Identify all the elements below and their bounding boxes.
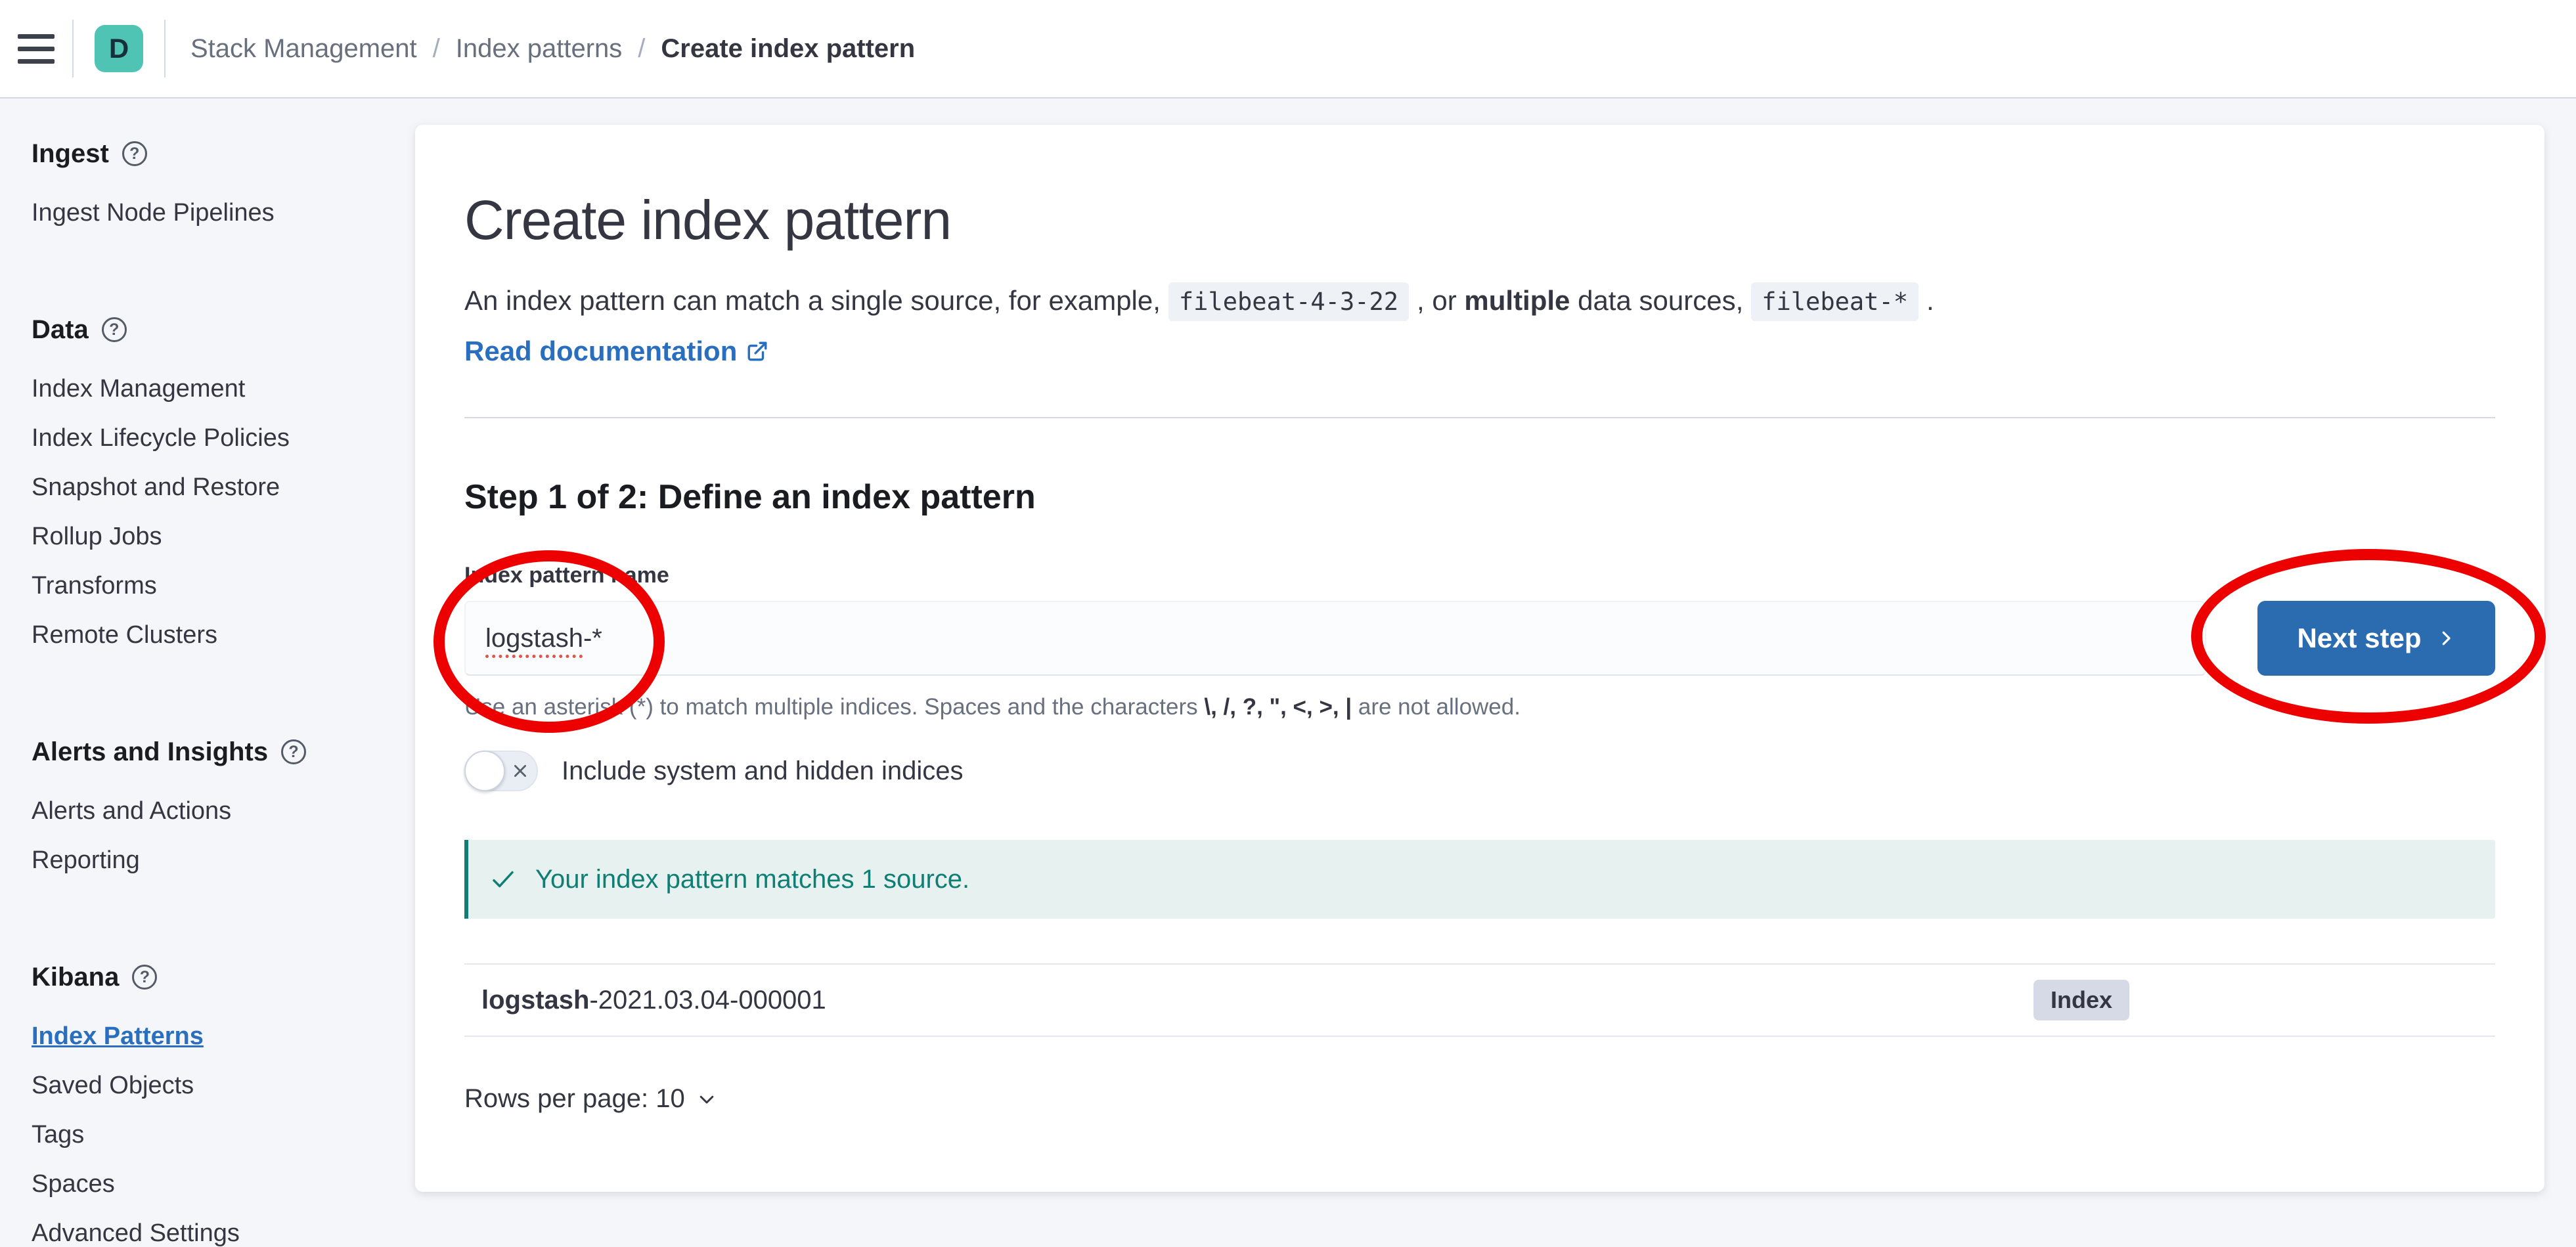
intro-part1: An index pattern can match a single sour… [464,285,1161,316]
chevron-right-icon [2436,628,2456,648]
intro-text: An index pattern can match a single sour… [464,279,2495,324]
doc-link-label: Read documentation [464,333,737,370]
sidebar-item-remote-clusters[interactable]: Remote Clusters [32,623,415,647]
sidebar-item-spaces[interactable]: Spaces [32,1171,415,1196]
kibana-app: D Stack Management / Index patterns / Cr… [0,0,2576,1245]
next-step-label: Next step [2297,623,2421,654]
external-link-icon [746,340,768,362]
sidebar-item-reporting[interactable]: Reporting [32,848,415,873]
sidebar-item-index-lifecycle-policies[interactable]: Index Lifecycle Policies [32,426,415,450]
intro-part4: . [1926,285,1934,316]
breadcrumb-separator: / [638,34,645,64]
main-content: Create index pattern An index pattern ca… [415,98,2576,1245]
matching-source-row: logstash-2021.03.04-000001 Index [464,963,2495,1037]
hamburger-bar [18,59,55,64]
intro-bold-multiple: multiple [1464,285,1570,316]
intro-part2: , or [1417,285,1464,316]
read-documentation-link[interactable]: Read documentation [464,333,768,370]
breadcrumb-separator: / [433,34,440,64]
top-nav-bar: D Stack Management / Index patterns / Cr… [0,0,2576,98]
source-name: logstash-2021.03.04-000001 [481,986,2033,1015]
sidebar-item-saved-objects[interactable]: Saved Objects [32,1073,415,1098]
page-title: Create index pattern [464,187,2495,253]
source-name-rest: -2021.03.04-000001 [589,986,826,1015]
include-hidden-indices-toggle[interactable] [464,751,538,791]
breadcrumb-current-page: Create index pattern [661,34,915,64]
input-value-word: logstash [485,624,583,653]
index-pattern-name-input[interactable]: logstash-* [464,601,2206,676]
source-type-cell: Index [2033,980,2478,1020]
sidebar-item-advanced-settings[interactable]: Advanced Settings [32,1221,415,1246]
help-icon[interactable]: ? [102,317,127,342]
hidden-indices-toggle-row: Include system and hidden indices [464,751,2495,791]
menu-hamburger-icon[interactable] [0,0,72,98]
index-pattern-name-label: Index pattern name [464,561,2495,589]
index-type-badge: Index [2033,980,2129,1020]
step-heading: Step 1 of 2: Define an index pattern [464,476,2495,518]
sidebar-item-tags[interactable]: Tags [32,1122,415,1147]
sidebar-section-alerts-insights: Alerts and Insights ? Alerts and Actions… [32,736,415,873]
helper-forbidden-chars: \, /, ?, ", <, >, | [1204,694,1352,720]
hamburger-bar [18,47,55,51]
sidebar-heading-label: Kibana [32,961,119,993]
input-helper-text: Use an asterisk (*) to match multiple in… [464,693,2495,722]
next-step-button[interactable]: Next step [2257,601,2495,676]
sidebar-item-rollup-jobs[interactable]: Rollup Jobs [32,524,415,549]
sidebar-heading-ingest: Ingest ? [32,138,415,169]
success-callout: Your index pattern matches 1 source. [464,840,2495,919]
check-icon [489,865,517,893]
sidebar-section-kibana: Kibana ? Index Patterns Saved Objects Ta… [32,961,415,1246]
header-divider [72,20,74,77]
sidebar-item-ingest-node-pipelines[interactable]: Ingest Node Pipelines [32,200,415,225]
sidebar-item-index-patterns[interactable]: Index Patterns [32,1024,415,1049]
helper-part1: Use an asterisk (*) to match multiple in… [464,694,1204,720]
help-icon[interactable]: ? [132,965,157,990]
sidebar-section-ingest: Ingest ? Ingest Node Pipelines [32,138,415,225]
breadcrumb-index-patterns[interactable]: Index patterns [456,34,623,64]
sidebar-item-alerts-and-actions[interactable]: Alerts and Actions [32,799,415,823]
rows-per-page-selector[interactable]: Rows per page: 10 [464,1084,717,1114]
header-divider [164,20,166,77]
chevron-down-icon [697,1089,717,1109]
toggle-knob [464,751,505,791]
breadcrumb: Stack Management / Index patterns / Crea… [190,34,915,64]
toggle-label: Include system and hidden indices [562,756,963,786]
space-avatar[interactable]: D [95,25,143,72]
sidebar-item-transforms[interactable]: Transforms [32,573,415,598]
code-example-single: filebeat-4-3-22 [1168,282,1409,321]
management-sidebar: Ingest ? Ingest Node Pipelines Data ? In… [0,98,415,1245]
sidebar-heading-label: Data [32,314,89,345]
callout-message: Your index pattern matches 1 source. [535,865,969,894]
toggle-off-x-icon [512,762,529,779]
create-index-pattern-panel: Create index pattern An index pattern ca… [415,125,2544,1192]
sidebar-heading-label: Alerts and Insights [32,736,268,768]
section-divider [464,417,2495,418]
sidebar-heading-kibana: Kibana ? [32,961,415,993]
sidebar-item-index-management[interactable]: Index Management [32,376,415,401]
hamburger-bar [18,34,55,39]
page-layout: Ingest ? Ingest Node Pipelines Data ? In… [0,98,2576,1245]
sidebar-heading-label: Ingest [32,138,109,169]
sidebar-heading-data: Data ? [32,314,415,345]
code-example-wildcard: filebeat-* [1751,282,1919,321]
help-icon[interactable]: ? [281,739,306,764]
sidebar-item-snapshot-and-restore[interactable]: Snapshot and Restore [32,475,415,500]
rows-per-page-label: Rows per page: 10 [464,1084,685,1114]
source-name-bold: logstash [481,986,589,1015]
sidebar-section-data: Data ? Index Management Index Lifecycle … [32,314,415,647]
breadcrumb-stack-management[interactable]: Stack Management [190,34,417,64]
help-icon[interactable]: ? [122,141,147,166]
intro-part3: data sources, [1570,285,1743,316]
sidebar-heading-alerts-insights: Alerts and Insights ? [32,736,415,768]
helper-part2: are not allowed. [1352,694,1521,720]
pattern-form-row: logstash-* Next step [464,601,2495,676]
input-value-suffix: -* [583,624,602,653]
